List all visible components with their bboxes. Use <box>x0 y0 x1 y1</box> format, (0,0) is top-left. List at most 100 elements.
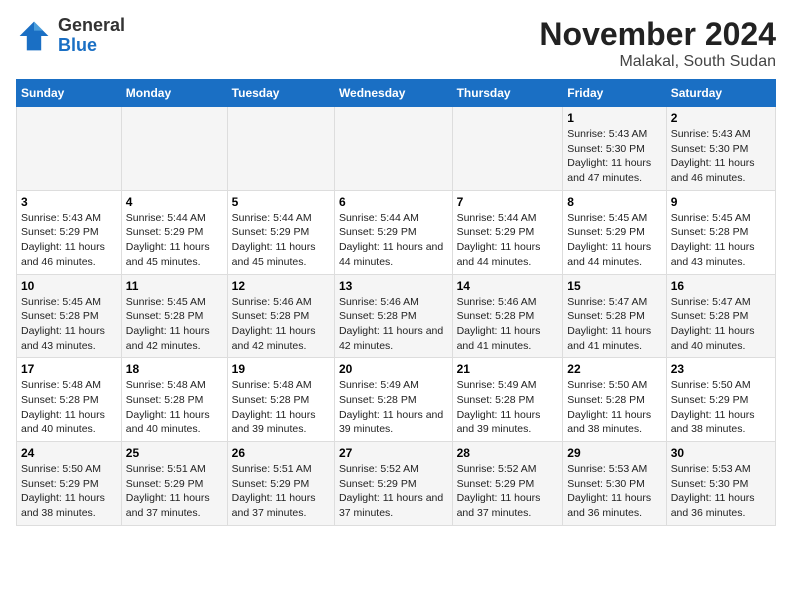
calendar-cell: 3 Sunrise: 5:43 AM Sunset: 5:29 PM Daylig… <box>17 190 122 274</box>
calendar-cell: 10 Sunrise: 5:45 AM Sunset: 5:28 PM Dayli… <box>17 274 122 358</box>
day-number: 4 <box>126 195 223 209</box>
day-number: 30 <box>671 446 771 460</box>
day-info: Sunrise: 5:52 AM Sunset: 5:29 PM Dayligh… <box>457 462 559 521</box>
day-number: 2 <box>671 111 771 125</box>
day-info: Sunrise: 5:48 AM Sunset: 5:28 PM Dayligh… <box>126 378 223 437</box>
calendar-cell: 23 Sunrise: 5:50 AM Sunset: 5:29 PM Dayli… <box>666 358 775 442</box>
calendar-week-row: 3 Sunrise: 5:43 AM Sunset: 5:29 PM Daylig… <box>17 190 776 274</box>
day-info: Sunrise: 5:53 AM Sunset: 5:30 PM Dayligh… <box>567 462 661 521</box>
calendar-cell: 24 Sunrise: 5:50 AM Sunset: 5:29 PM Dayli… <box>17 442 122 526</box>
day-number: 7 <box>457 195 559 209</box>
day-number: 19 <box>232 362 330 376</box>
day-info: Sunrise: 5:47 AM Sunset: 5:28 PM Dayligh… <box>567 295 661 354</box>
day-info: Sunrise: 5:43 AM Sunset: 5:30 PM Dayligh… <box>671 127 771 186</box>
day-info: Sunrise: 5:45 AM Sunset: 5:28 PM Dayligh… <box>671 211 771 270</box>
calendar-cell: 20Sunrise: 5:49 AM Sunset: 5:28 PM Dayli… <box>334 358 452 442</box>
calendar-cell: 1Sunrise: 5:43 AM Sunset: 5:30 PM Daylig… <box>563 107 666 191</box>
day-number: 27 <box>339 446 448 460</box>
day-info: Sunrise: 5:44 AM Sunset: 5:29 PM Dayligh… <box>457 211 559 270</box>
calendar-cell: 19 Sunrise: 5:48 AM Sunset: 5:28 PM Dayli… <box>227 358 334 442</box>
logo-text-blue: Blue <box>58 35 97 55</box>
day-number: 16 <box>671 279 771 293</box>
day-number: 23 <box>671 362 771 376</box>
day-info: Sunrise: 5:50 AM Sunset: 5:28 PM Dayligh… <box>567 378 661 437</box>
calendar-cell: 29 Sunrise: 5:53 AM Sunset: 5:30 PM Dayli… <box>563 442 666 526</box>
day-number: 10 <box>21 279 117 293</box>
header-tuesday: Tuesday <box>227 80 334 107</box>
calendar-cell <box>227 107 334 191</box>
day-info: Sunrise: 5:46 AM Sunset: 5:28 PM Dayligh… <box>339 295 448 354</box>
header-monday: Monday <box>121 80 227 107</box>
day-number: 3 <box>21 195 117 209</box>
calendar-cell: 11 Sunrise: 5:45 AM Sunset: 5:28 PM Dayli… <box>121 274 227 358</box>
calendar-cell <box>17 107 122 191</box>
day-number: 9 <box>671 195 771 209</box>
day-info: Sunrise: 5:48 AM Sunset: 5:28 PM Dayligh… <box>21 378 117 437</box>
calendar-cell: 7 Sunrise: 5:44 AM Sunset: 5:29 PM Daylig… <box>452 190 563 274</box>
calendar-table: SundayMondayTuesdayWednesdayThursdayFrid… <box>16 79 776 526</box>
logo-icon <box>16 18 52 54</box>
page-header: General Blue November 2024 Malakal, Sout… <box>16 16 776 71</box>
calendar-cell: 27 Sunrise: 5:52 AM Sunset: 5:29 PM Dayli… <box>334 442 452 526</box>
day-number: 1 <box>567 111 661 125</box>
day-number: 25 <box>126 446 223 460</box>
day-number: 12 <box>232 279 330 293</box>
day-info: Sunrise: 5:44 AM Sunset: 5:29 PM Dayligh… <box>126 211 223 270</box>
calendar-cell: 6Sunrise: 5:44 AM Sunset: 5:29 PM Daylig… <box>334 190 452 274</box>
calendar-week-row: 24 Sunrise: 5:50 AM Sunset: 5:29 PM Dayli… <box>17 442 776 526</box>
calendar-cell: 2 Sunrise: 5:43 AM Sunset: 5:30 PM Daylig… <box>666 107 775 191</box>
day-number: 15 <box>567 279 661 293</box>
calendar-cell: 14 Sunrise: 5:46 AM Sunset: 5:28 PM Dayli… <box>452 274 563 358</box>
calendar-cell: 5 Sunrise: 5:44 AM Sunset: 5:29 PM Daylig… <box>227 190 334 274</box>
day-info: Sunrise: 5:51 AM Sunset: 5:29 PM Dayligh… <box>232 462 330 521</box>
calendar-week-row: 17 Sunrise: 5:48 AM Sunset: 5:28 PM Dayli… <box>17 358 776 442</box>
day-info: Sunrise: 5:50 AM Sunset: 5:29 PM Dayligh… <box>21 462 117 521</box>
day-number: 28 <box>457 446 559 460</box>
day-number: 11 <box>126 279 223 293</box>
day-number: 14 <box>457 279 559 293</box>
day-info: Sunrise: 5:43 AM Sunset: 5:29 PM Dayligh… <box>21 211 117 270</box>
calendar-cell: 25 Sunrise: 5:51 AM Sunset: 5:29 PM Dayli… <box>121 442 227 526</box>
title-block: November 2024 Malakal, South Sudan <box>539 16 776 71</box>
day-number: 13 <box>339 279 448 293</box>
day-info: Sunrise: 5:45 AM Sunset: 5:28 PM Dayligh… <box>126 295 223 354</box>
logo: General Blue <box>16 16 125 56</box>
day-number: 29 <box>567 446 661 460</box>
header-sunday: Sunday <box>17 80 122 107</box>
day-info: Sunrise: 5:53 AM Sunset: 5:30 PM Dayligh… <box>671 462 771 521</box>
calendar-cell <box>121 107 227 191</box>
calendar-cell: 26Sunrise: 5:51 AM Sunset: 5:29 PM Dayli… <box>227 442 334 526</box>
calendar-cell: 18 Sunrise: 5:48 AM Sunset: 5:28 PM Dayli… <box>121 358 227 442</box>
day-info: Sunrise: 5:47 AM Sunset: 5:28 PM Dayligh… <box>671 295 771 354</box>
day-number: 18 <box>126 362 223 376</box>
header-saturday: Saturday <box>666 80 775 107</box>
day-info: Sunrise: 5:46 AM Sunset: 5:28 PM Dayligh… <box>457 295 559 354</box>
calendar-cell: 15 Sunrise: 5:47 AM Sunset: 5:28 PM Dayli… <box>563 274 666 358</box>
day-number: 22 <box>567 362 661 376</box>
calendar-cell: 21Sunrise: 5:49 AM Sunset: 5:28 PM Dayli… <box>452 358 563 442</box>
day-number: 6 <box>339 195 448 209</box>
day-info: Sunrise: 5:48 AM Sunset: 5:28 PM Dayligh… <box>232 378 330 437</box>
day-info: Sunrise: 5:44 AM Sunset: 5:29 PM Dayligh… <box>232 211 330 270</box>
day-number: 24 <box>21 446 117 460</box>
day-number: 17 <box>21 362 117 376</box>
page-subtitle: Malakal, South Sudan <box>539 53 776 71</box>
page-title: November 2024 <box>539 16 776 53</box>
day-number: 21 <box>457 362 559 376</box>
calendar-cell: 12 Sunrise: 5:46 AM Sunset: 5:28 PM Dayli… <box>227 274 334 358</box>
calendar-cell: 28 Sunrise: 5:52 AM Sunset: 5:29 PM Dayli… <box>452 442 563 526</box>
header-thursday: Thursday <box>452 80 563 107</box>
day-info: Sunrise: 5:51 AM Sunset: 5:29 PM Dayligh… <box>126 462 223 521</box>
logo-text-general: General <box>58 15 125 35</box>
day-info: Sunrise: 5:46 AM Sunset: 5:28 PM Dayligh… <box>232 295 330 354</box>
calendar-week-row: 10 Sunrise: 5:45 AM Sunset: 5:28 PM Dayli… <box>17 274 776 358</box>
day-info: Sunrise: 5:45 AM Sunset: 5:28 PM Dayligh… <box>21 295 117 354</box>
day-number: 8 <box>567 195 661 209</box>
calendar-header-row: SundayMondayTuesdayWednesdayThursdayFrid… <box>17 80 776 107</box>
day-number: 5 <box>232 195 330 209</box>
day-info: Sunrise: 5:52 AM Sunset: 5:29 PM Dayligh… <box>339 462 448 521</box>
calendar-cell: 30 Sunrise: 5:53 AM Sunset: 5:30 PM Dayli… <box>666 442 775 526</box>
day-info: Sunrise: 5:45 AM Sunset: 5:29 PM Dayligh… <box>567 211 661 270</box>
calendar-cell: 9 Sunrise: 5:45 AM Sunset: 5:28 PM Daylig… <box>666 190 775 274</box>
day-info: Sunrise: 5:50 AM Sunset: 5:29 PM Dayligh… <box>671 378 771 437</box>
